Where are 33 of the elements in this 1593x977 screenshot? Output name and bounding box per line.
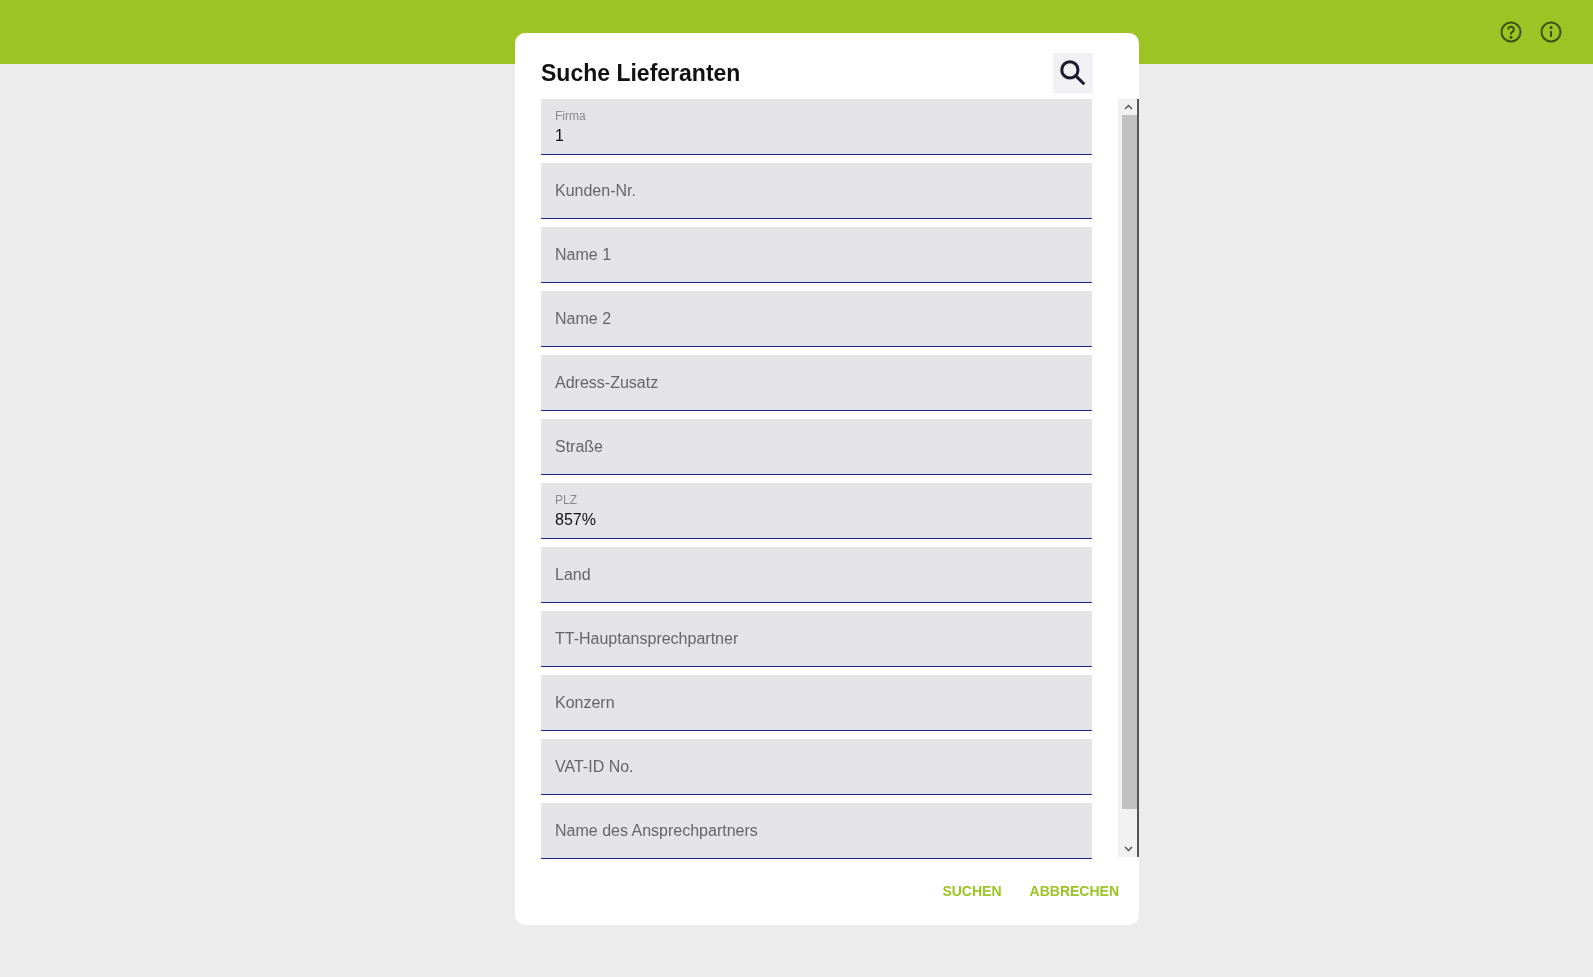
- text-field[interactable]: Konzern: [541, 675, 1093, 731]
- search-button[interactable]: [1053, 53, 1093, 93]
- field-input[interactable]: Land: [555, 565, 1079, 584]
- text-field[interactable]: TT-Hauptansprechpartner: [541, 611, 1093, 667]
- scroll-up-icon[interactable]: [1124, 104, 1134, 110]
- field-label: PLZ: [555, 492, 578, 507]
- field-input[interactable]: Konzern: [555, 693, 1079, 712]
- text-field[interactable]: Kunden-Nr.: [541, 163, 1093, 219]
- field-input[interactable]: 857%: [555, 510, 1079, 529]
- field-input[interactable]: TT-Hauptansprechpartner: [555, 629, 1079, 648]
- info-icon[interactable]: [1539, 20, 1563, 44]
- scrollbar[interactable]: [1118, 99, 1139, 857]
- help-icon[interactable]: [1499, 20, 1523, 44]
- text-field[interactable]: Firma 1: [541, 99, 1093, 155]
- field-label: Firma: [555, 108, 587, 123]
- text-field[interactable]: Name 1: [541, 227, 1093, 283]
- text-field[interactable]: PLZ 857%: [541, 483, 1093, 539]
- field-input[interactable]: Adress-Zusatz: [555, 373, 1079, 392]
- field-input[interactable]: Name 2: [555, 309, 1079, 328]
- field-input[interactable]: VAT-ID No.: [555, 757, 1079, 776]
- field-input[interactable]: 1: [555, 126, 1079, 145]
- field-input[interactable]: Kunden-Nr.: [555, 181, 1079, 200]
- field-input[interactable]: Straße: [555, 437, 1079, 456]
- scroll-down-icon[interactable]: [1124, 846, 1134, 852]
- field-input[interactable]: Name des Ansprechpartners: [555, 821, 1079, 840]
- text-field[interactable]: Land: [541, 547, 1093, 603]
- field-input[interactable]: Name 1: [555, 245, 1079, 264]
- text-field[interactable]: Name des Ansprechpartners: [541, 803, 1093, 859]
- text-field[interactable]: Name 2: [541, 291, 1093, 347]
- text-field[interactable]: VAT-ID No.: [541, 739, 1093, 795]
- text-field[interactable]: Adress-Zusatz: [541, 355, 1093, 411]
- dialog-title: Suche Lieferanten: [541, 59, 741, 87]
- text-field[interactable]: Straße: [541, 419, 1093, 475]
